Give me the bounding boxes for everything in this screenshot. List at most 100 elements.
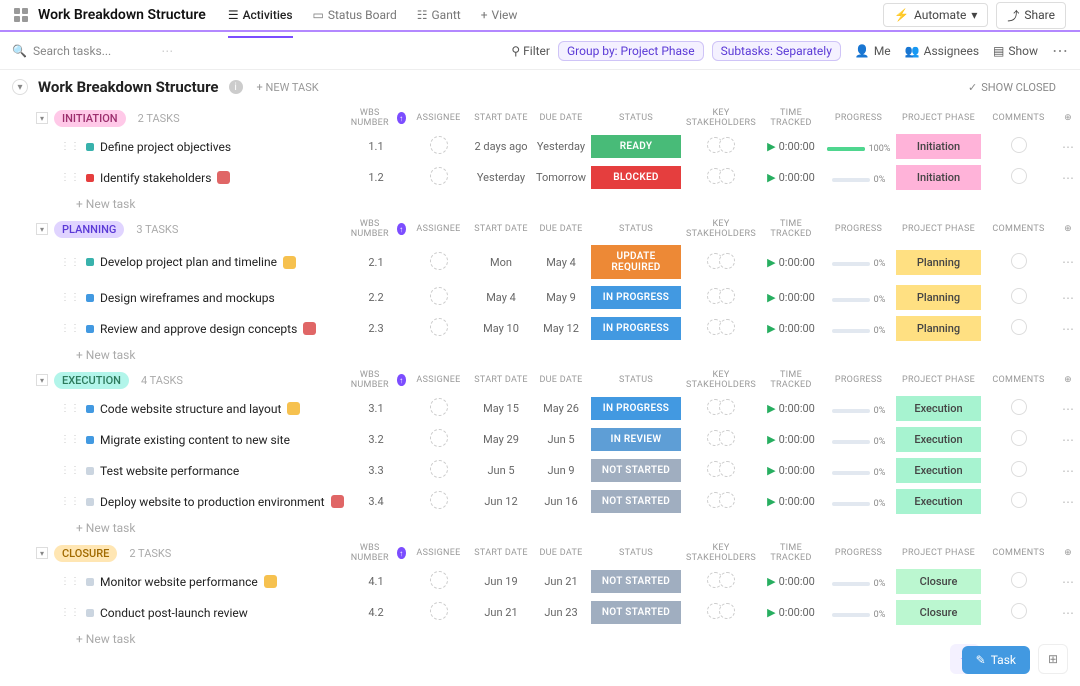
show-button[interactable]: ▤Show [993, 44, 1038, 58]
row-more[interactable]: ⋯ [1056, 575, 1080, 589]
col-status[interactable]: STATUS [591, 375, 681, 385]
status-cell[interactable]: UPDATE REQUIRED [591, 245, 681, 279]
task-row[interactable]: ⋮⋮ Monitor website performance 4.1 Jun 1… [0, 566, 1080, 597]
task-row[interactable]: ⋮⋮ Code website structure and layout 3.1… [0, 393, 1080, 424]
wbs-cell[interactable]: 3.3 [346, 464, 406, 477]
time-cell[interactable]: ▶0:00:00 [761, 495, 821, 508]
col-status[interactable]: STATUS [591, 224, 681, 234]
status-dot-icon[interactable] [86, 498, 94, 506]
play-icon[interactable]: ▶ [767, 140, 775, 153]
task-row[interactable]: ⋮⋮ Deploy website to production environm… [0, 486, 1080, 517]
assignee-cell[interactable] [406, 167, 471, 188]
group-badge[interactable]: Execution [54, 372, 129, 389]
col-assignee[interactable]: ASSIGNEE [406, 548, 471, 558]
comments-cell[interactable] [981, 572, 1056, 591]
comments-cell[interactable] [981, 319, 1056, 338]
col-status[interactable]: STATUS [591, 548, 681, 558]
assignee-cell[interactable] [406, 602, 471, 623]
progress-cell[interactable]: 100% [821, 140, 896, 154]
play-icon[interactable]: ▶ [767, 433, 775, 446]
stakeholders-cell[interactable] [681, 319, 761, 338]
col-wbs[interactable]: WBS NUMBER↑ [346, 370, 406, 390]
status-dot-icon[interactable] [86, 609, 94, 617]
status-cell[interactable]: IN PROGRESS [591, 317, 681, 340]
col-stakeholders[interactable]: KEY STAKEHOLDERS [681, 108, 761, 128]
group-badge[interactable]: Initiation [54, 110, 126, 127]
col-progress[interactable]: PROGRESS [821, 224, 896, 234]
drag-handle-icon[interactable]: ⋮⋮ [60, 607, 80, 618]
progress-cell[interactable]: 0% [821, 433, 896, 447]
group-toggle[interactable]: ▾ [36, 223, 48, 235]
drag-handle-icon[interactable]: ⋮⋮ [60, 576, 80, 587]
col-stakeholders[interactable]: KEY STAKEHOLDERS [681, 370, 761, 390]
drag-handle-icon[interactable]: ⋮⋮ [60, 172, 80, 183]
start-date-cell[interactable]: Mon [471, 256, 531, 269]
status-cell[interactable]: READY [591, 135, 681, 158]
progress-cell[interactable]: 0% [821, 495, 896, 509]
due-date-cell[interactable]: May 26 [531, 402, 591, 415]
phase-cell[interactable]: Execution [896, 458, 981, 483]
progress-cell[interactable]: 0% [821, 291, 896, 305]
status-cell[interactable]: NOT STARTED [591, 459, 681, 482]
due-date-cell[interactable]: May 9 [531, 291, 591, 304]
comments-cell[interactable] [981, 430, 1056, 449]
time-cell[interactable]: ▶0:00:00 [761, 575, 821, 588]
play-icon[interactable]: ▶ [767, 495, 775, 508]
assignee-cell[interactable] [406, 571, 471, 592]
play-icon[interactable]: ▶ [767, 575, 775, 588]
add-column[interactable]: ⊕ [1056, 113, 1080, 123]
col-phase[interactable]: PROJECT PHASE [896, 224, 981, 234]
start-date-cell[interactable]: May 4 [471, 291, 531, 304]
play-icon[interactable]: ▶ [767, 322, 775, 335]
col-comments[interactable]: COMMENTS [981, 224, 1056, 234]
play-icon[interactable]: ▶ [767, 256, 775, 269]
due-date-cell[interactable]: Jun 21 [531, 575, 591, 588]
tab-gantt[interactable]: ☷Gantt [417, 2, 461, 29]
col-due[interactable]: DUE DATE [531, 375, 591, 385]
col-time[interactable]: TIME TRACKED [761, 108, 821, 128]
col-phase[interactable]: PROJECT PHASE [896, 548, 981, 558]
play-icon[interactable]: ▶ [767, 606, 775, 619]
col-stakeholders[interactable]: KEY STAKEHOLDERS [681, 219, 761, 239]
tab-view[interactable]: +View [481, 2, 518, 29]
time-cell[interactable]: ▶0:00:00 [761, 433, 821, 446]
stakeholders-cell[interactable] [681, 137, 761, 156]
stakeholders-cell[interactable] [681, 461, 761, 480]
col-start[interactable]: START DATE [471, 224, 531, 234]
status-cell[interactable]: NOT STARTED [591, 570, 681, 593]
assignee-cell[interactable] [406, 287, 471, 308]
time-cell[interactable]: ▶0:00:00 [761, 606, 821, 619]
task-name-cell[interactable]: ⋮⋮ Code website structure and layout [36, 402, 346, 416]
drag-handle-icon[interactable]: ⋮⋮ [60, 257, 80, 268]
new-task-row[interactable]: + New task [0, 517, 1080, 539]
status-cell[interactable]: IN PROGRESS [591, 286, 681, 309]
group-badge[interactable]: Planning [54, 221, 124, 238]
me-button[interactable]: 👤Me [855, 44, 891, 58]
wbs-cell[interactable]: 3.2 [346, 433, 406, 446]
time-cell[interactable]: ▶0:00:00 [761, 256, 821, 269]
progress-cell[interactable]: 0% [821, 575, 896, 589]
phase-cell[interactable]: Closure [896, 600, 981, 625]
stakeholders-cell[interactable] [681, 603, 761, 622]
col-progress[interactable]: PROGRESS [821, 375, 896, 385]
group-toggle[interactable]: ▾ [36, 374, 48, 386]
start-date-cell[interactable]: Jun 12 [471, 495, 531, 508]
start-date-cell[interactable]: May 15 [471, 402, 531, 415]
status-dot-icon[interactable] [86, 436, 94, 444]
row-more[interactable]: ⋯ [1056, 606, 1080, 620]
row-more[interactable]: ⋯ [1056, 433, 1080, 447]
stakeholders-cell[interactable] [681, 430, 761, 449]
phase-cell[interactable]: Planning [896, 316, 981, 341]
task-row[interactable]: ⋮⋮ Migrate existing content to new site … [0, 424, 1080, 455]
progress-cell[interactable]: 0% [821, 322, 896, 336]
new-task-row[interactable]: + New task [0, 344, 1080, 366]
col-wbs[interactable]: WBS NUMBER↑ [346, 108, 406, 128]
comments-cell[interactable] [981, 253, 1056, 272]
tab-activities[interactable]: ☰Activities [228, 2, 293, 29]
play-icon[interactable]: ▶ [767, 402, 775, 415]
wbs-cell[interactable]: 1.1 [346, 140, 406, 153]
comments-cell[interactable] [981, 137, 1056, 156]
assignee-cell[interactable] [406, 460, 471, 481]
add-column[interactable]: ⊕ [1056, 548, 1080, 558]
task-name-cell[interactable]: ⋮⋮ Test website performance [36, 464, 346, 478]
